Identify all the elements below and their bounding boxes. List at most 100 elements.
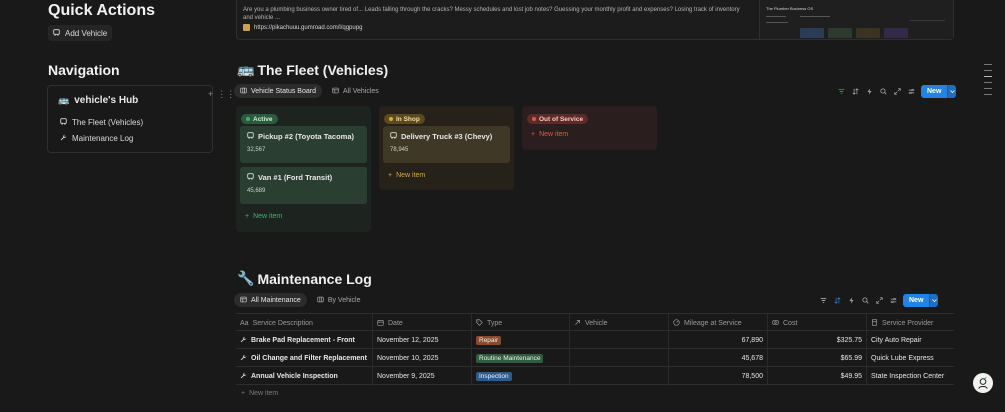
new-item-button[interactable]: + New item	[388, 172, 425, 179]
search-icon[interactable]	[861, 296, 870, 305]
vehicle-card[interactable]: Pickup #2 (Toyota Tacoma) 32,567	[240, 126, 367, 163]
chevron-down-icon[interactable]	[947, 85, 957, 98]
column-header[interactable]: Type	[472, 314, 570, 332]
vehicle-mileage: 45,689	[247, 188, 266, 194]
hub-title-label: vehicle's Hub	[74, 95, 139, 106]
status-badge-active: Active	[241, 114, 278, 124]
tab-vehicle-status-board[interactable]: Vehicle Status Board	[234, 84, 322, 98]
service-description[interactable]: Oil Change and Filter Replacement	[251, 355, 367, 362]
add-vehicle-label: Add Vehicle	[65, 28, 108, 38]
maintenance-new-button[interactable]: New	[903, 294, 939, 307]
vehicle-mileage: 32,567	[247, 147, 266, 153]
wrench-icon	[60, 134, 67, 143]
board-column-out-of-service: Out of Service + New item	[522, 106, 657, 150]
bookmark-thumbnail: The Plumber Business OS	[759, 0, 953, 39]
new-item-label: New item	[539, 131, 569, 138]
vehicle-card[interactable]: Van #1 (Ford Transit) 45,689	[240, 167, 367, 204]
new-item-button[interactable]: + New item	[531, 131, 568, 138]
add-vehicle-button[interactable]: Add Vehicle	[48, 25, 113, 41]
service-date: November 9, 2025	[377, 372, 435, 380]
chevron-down-icon[interactable]	[929, 294, 939, 307]
bus-icon	[390, 132, 397, 141]
column-header[interactable]: Service Provider	[867, 314, 954, 332]
fleet-new-button[interactable]: New	[921, 85, 957, 98]
service-description[interactable]: Annual Vehicle Inspection	[251, 373, 338, 380]
service-date: November 12, 2025	[377, 336, 439, 344]
status-badge-in-shop: In Shop	[384, 114, 425, 124]
automation-icon[interactable]	[847, 296, 856, 305]
board-column-in-shop: In Shop Delivery Truck #3 (Chevy) 78,945…	[379, 106, 514, 190]
status-dot	[389, 117, 393, 121]
bus-emoji-icon: 🚌	[58, 95, 70, 105]
cost-value: $325.75	[836, 336, 862, 344]
table-row[interactable]: Oil Change and Filter Replacement Novemb…	[236, 349, 954, 367]
tab-all-maintenance[interactable]: All Maintenance	[234, 293, 307, 307]
service-description[interactable]: Brake Pad Replacement - Front	[251, 337, 355, 344]
settings-icon[interactable]	[889, 296, 898, 305]
bus-icon	[247, 173, 254, 182]
vehicle-card[interactable]: Delivery Truck #3 (Chevy) 78,945	[383, 126, 510, 163]
help-avatar-icon[interactable]	[973, 373, 993, 393]
table-new-item-button[interactable]: + New item	[241, 390, 278, 397]
type-tag: Repair	[476, 335, 502, 345]
plus-icon[interactable]: +	[208, 89, 213, 100]
column-header[interactable]: Date	[373, 314, 472, 332]
column-header[interactable]: Cost	[768, 314, 867, 332]
status-label: Out of Service	[539, 115, 584, 123]
status-dot	[246, 117, 250, 121]
column-header-label: Vehicle	[585, 319, 608, 327]
mileage-value: 45,678	[741, 354, 763, 362]
tab-all-vehicles[interactable]: All Vehicles	[326, 84, 385, 98]
type-tag: Routine Maintenance	[476, 353, 544, 363]
column-header[interactable]: Mileage at Service	[669, 314, 768, 332]
filter-icon[interactable]	[837, 87, 846, 96]
column-header-label: Date	[388, 319, 403, 327]
fleet-toolbar: New	[837, 85, 957, 98]
sort-icon[interactable]	[833, 296, 842, 305]
vehicle-name: Pickup #2 (Toyota Tacoma)	[258, 132, 354, 141]
column-header-label: Service Provider	[882, 319, 934, 327]
search-icon[interactable]	[879, 87, 888, 96]
table-row[interactable]: Annual Vehicle Inspection November 9, 20…	[236, 367, 954, 385]
bookmark-banner[interactable]: Are you a plumbing business owner tired …	[236, 0, 954, 40]
nav-link-fleet[interactable]: The Fleet (Vehicles)	[60, 118, 143, 127]
settings-icon[interactable]	[907, 87, 916, 96]
hub-controls: + ⋮⋮	[208, 89, 235, 100]
calendar-icon	[377, 319, 384, 328]
tag-icon	[476, 318, 483, 328]
quick-actions-title: Quick Actions	[48, 2, 155, 19]
plus-icon: +	[388, 172, 393, 179]
tab-by-vehicle[interactable]: By Vehicle	[311, 293, 367, 307]
maintenance-title-label: Maintenance Log	[257, 270, 372, 287]
title-property-icon: Aa	[240, 319, 249, 327]
board-icon	[240, 87, 247, 96]
new-button-label: New	[921, 85, 948, 98]
new-item-button[interactable]: + New item	[245, 213, 282, 220]
drag-handle-icon[interactable]: ⋮⋮	[217, 89, 235, 100]
column-header[interactable]: Aa Service Description	[236, 314, 373, 332]
automation-icon[interactable]	[865, 87, 874, 96]
maintenance-tabs: All Maintenance By Vehicle	[234, 293, 367, 307]
expand-icon[interactable]	[893, 87, 902, 96]
type-tag: Inspection	[476, 371, 512, 381]
table-icon	[240, 296, 247, 305]
new-item-label: New item	[396, 172, 426, 179]
provider-value: City Auto Repair	[871, 336, 922, 344]
plus-icon: +	[241, 390, 246, 397]
nav-link-maintenance[interactable]: Maintenance Log	[60, 134, 133, 143]
provider-value: State Inspection Center	[871, 372, 945, 380]
column-header-label: Mileage at Service	[684, 319, 742, 327]
table-row[interactable]: Brake Pad Replacement - Front November 1…	[236, 331, 954, 349]
hub-title[interactable]: 🚌 vehicle's Hub	[58, 95, 138, 106]
new-button-label: New	[903, 294, 930, 307]
column-header-label: Cost	[783, 319, 798, 327]
sort-icon[interactable]	[851, 87, 860, 96]
bookmark-link[interactable]: https://pikachuuu.gumroad.com/l/qgpupg	[243, 24, 362, 31]
outline-scroll-map[interactable]	[984, 64, 992, 100]
column-header[interactable]: Vehicle	[570, 314, 669, 332]
filter-icon[interactable]	[819, 296, 828, 305]
expand-icon[interactable]	[875, 296, 884, 305]
board-icon	[317, 296, 324, 305]
favicon-icon	[243, 24, 250, 31]
money-icon	[772, 319, 779, 328]
